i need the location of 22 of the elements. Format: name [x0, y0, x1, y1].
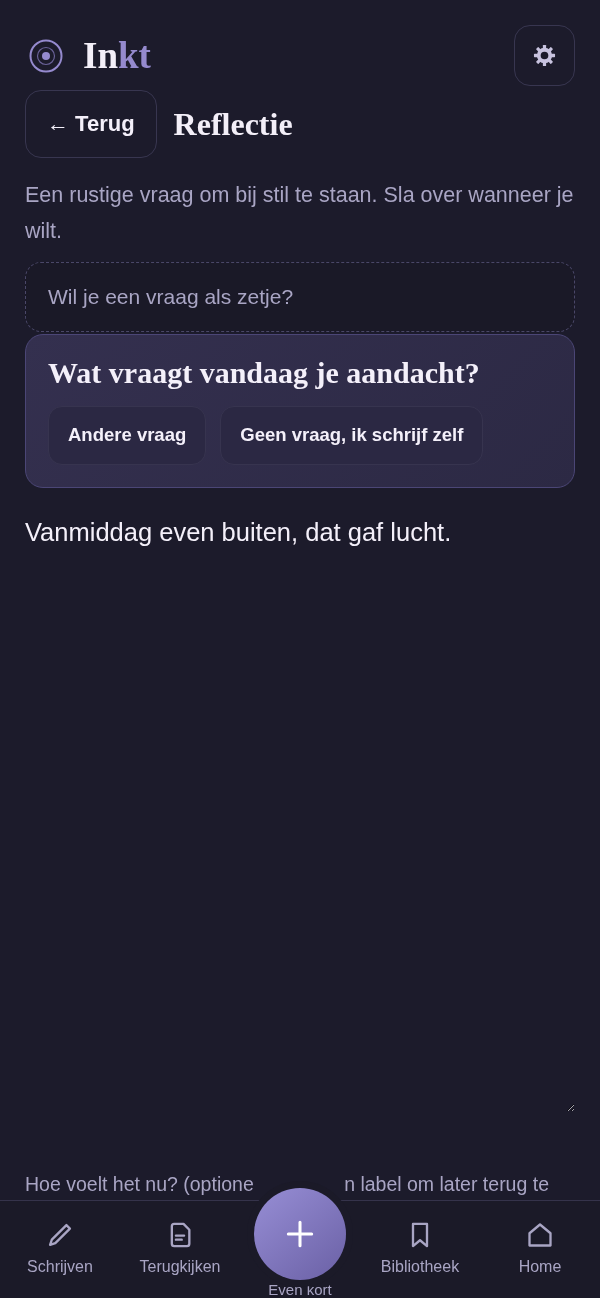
pencil-icon: [46, 1221, 74, 1249]
plus-icon: [286, 1220, 314, 1248]
nav-tab[interactable]: Home: [482, 1201, 598, 1298]
nav-tab[interactable]: Schrijven: [2, 1201, 118, 1298]
logo-icon: [29, 38, 63, 73]
nav-label: Even kort: [268, 1281, 332, 1298]
prompt-input-field[interactable]: Wil je een vraag als zetje?: [25, 262, 575, 332]
intro-text: Een rustige vraag om bij stil te staan. Sla over wanneer je wilt.: [25, 182, 575, 245]
nav-tab[interactable]: Terugkijken: [122, 1201, 238, 1298]
settings-button[interactable]: [514, 25, 575, 86]
nav-tab[interactable]: Bibliotheek: [362, 1201, 478, 1298]
prompt-option-button[interactable]: Geen vraag, ik schrijf zelf: [220, 405, 484, 465]
app-logo-text: Inkt: [83, 37, 151, 74]
prompt-question: Wat vraagt vandaag je aandacht?: [48, 356, 481, 391]
prompt-option-button[interactable]: Andere vraag: [48, 405, 207, 465]
home-icon: [526, 1221, 554, 1249]
page-title: Reflectie: [173, 105, 293, 143]
entry-textarea[interactable]: Vanmiddag even buiten, dat gaf lucht.: [25, 515, 575, 1112]
back-button[interactable]: ← Terug: [25, 90, 157, 158]
settings-icon: [533, 44, 556, 67]
mood-label-text: Hoe voelt het nu? (optione: [25, 1172, 254, 1196]
mood-label-text: n label om later terug te: [344, 1172, 549, 1196]
